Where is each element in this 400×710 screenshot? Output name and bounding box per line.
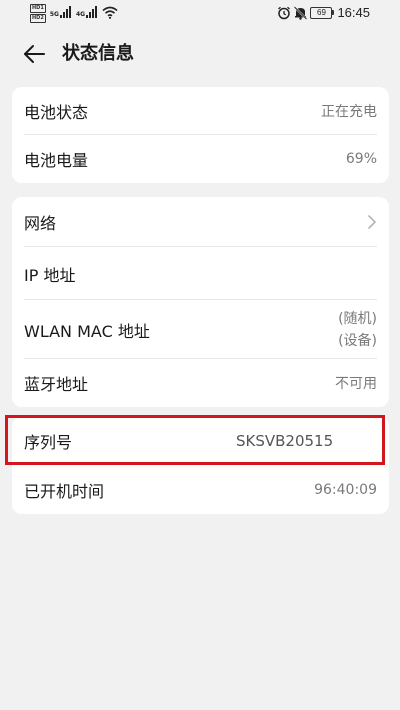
network-type-label: 5G: [49, 11, 59, 18]
row-label: 蓝牙地址: [24, 375, 89, 394]
row-label: WLAN MAC 地址: [24, 321, 150, 341]
status-bar-right: 69 16:45: [277, 5, 370, 20]
signal-strength-icon: [86, 6, 98, 18]
sim2-signal: 4G: [76, 6, 98, 18]
list-item-uptime: 已开机时间 96:40:09: [12, 466, 389, 514]
sim-indicators: HD1 HD2: [30, 4, 46, 23]
wifi-icon: [102, 6, 118, 19]
mac-random-label: (随机): [338, 310, 377, 327]
row-label: IP 地址: [24, 265, 76, 285]
status-time: 16:45: [337, 5, 370, 20]
row-value: 96:40:09: [314, 482, 377, 498]
sim1-signal: 5G: [50, 6, 72, 18]
serial-number-value: SKSVB20515: [236, 432, 334, 450]
row-value: 正在充电: [321, 104, 377, 120]
sim1-hd-badge: HD1: [30, 4, 46, 13]
device-card: 序列号 SKSVB20515 已开机时间 96:40:09: [12, 416, 389, 514]
alarm-icon: [278, 6, 291, 19]
battery-indicator: 69: [310, 6, 335, 19]
list-item-battery-level: 电池电量 69%: [12, 135, 389, 183]
row-value: 不可用: [335, 376, 377, 392]
row-label: 已开机时间: [24, 482, 105, 501]
back-button[interactable]: [22, 42, 46, 66]
status-bar: HD1 HD2 5G 4G 69 16:45: [0, 0, 400, 26]
network-type-label: 4G: [75, 11, 86, 18]
row-label: 网络: [24, 214, 57, 233]
list-item-battery-status: 电池状态 正在充电: [12, 87, 389, 135]
sim2-hd-badge: HD2: [30, 14, 46, 23]
network-card: 网络 IP 地址 WLAN MAC 地址 (随机) (设备) 蓝牙地址 不可用: [12, 197, 389, 407]
list-item-network[interactable]: 网络: [12, 197, 389, 247]
list-item-bluetooth-address: 蓝牙地址 不可用: [12, 359, 389, 407]
mac-device-label: (设备): [338, 332, 377, 349]
arrow-left-icon: [24, 45, 45, 63]
row-label: 序列号: [24, 433, 73, 452]
mac-address-value: (随机) (设备): [338, 308, 377, 352]
list-item-serial-number: 序列号 SKSVB20515: [12, 416, 389, 466]
row-label: 电池电量: [24, 151, 89, 170]
chevron-right-icon: [368, 215, 376, 229]
row-label: 电池状态: [24, 103, 89, 122]
battery-level-text: 69: [310, 6, 333, 19]
battery-card: 电池状态 正在充电 电池电量 69%: [12, 87, 389, 183]
signal-strength-icon: [59, 6, 71, 18]
page-title: 状态信息: [62, 43, 134, 64]
list-item-wlan-mac: WLAN MAC 地址 (随机) (设备): [12, 300, 389, 359]
status-bar-left: HD1 HD2 5G 4G: [30, 4, 118, 23]
mute-icon: [294, 5, 308, 20]
page-header: 状态信息: [0, 34, 400, 74]
list-item-ip-address: IP 地址: [12, 247, 389, 300]
battery-cap: [332, 10, 335, 15]
row-value: 69%: [345, 151, 377, 167]
